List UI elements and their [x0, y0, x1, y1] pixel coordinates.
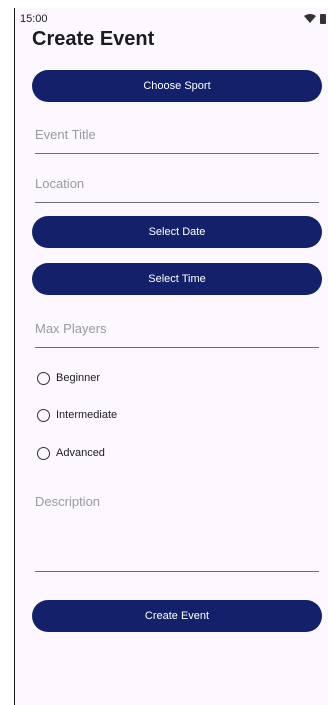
app-screen: 15:00 Create Event Choose Sport Select D…: [14, 8, 328, 705]
max-players-field: [35, 320, 319, 348]
status-icons: [302, 12, 328, 24]
location-field: [35, 175, 319, 203]
status-time: 15:00: [20, 13, 48, 25]
select-time-button[interactable]: Select Time: [32, 263, 322, 295]
max-players-input[interactable]: [35, 321, 319, 336]
wifi-icon: [304, 14, 316, 23]
battery-icon: [320, 14, 326, 24]
page-title: Create Event: [32, 28, 155, 50]
description-field: [35, 494, 319, 572]
radio-advanced[interactable]: Advanced: [37, 444, 105, 462]
description-input[interactable]: [35, 494, 319, 566]
choose-sport-button[interactable]: Choose Sport: [32, 70, 322, 102]
create-event-button[interactable]: Create Event: [32, 600, 322, 632]
radio-beginner[interactable]: Beginner: [37, 369, 100, 387]
radio-label-intermediate: Intermediate: [56, 409, 118, 421]
radio-button-icon[interactable]: [37, 408, 50, 422]
radio-label-advanced: Advanced: [56, 447, 105, 459]
radio-button-icon[interactable]: [37, 371, 50, 385]
event-title-input[interactable]: [35, 127, 319, 142]
radio-intermediate[interactable]: Intermediate: [37, 406, 117, 424]
select-date-button[interactable]: Select Date: [32, 216, 322, 248]
radio-button-icon[interactable]: [37, 446, 50, 460]
location-input[interactable]: [35, 176, 319, 191]
event-title-field: [35, 126, 319, 154]
radio-label-beginner: Beginner: [56, 372, 101, 384]
